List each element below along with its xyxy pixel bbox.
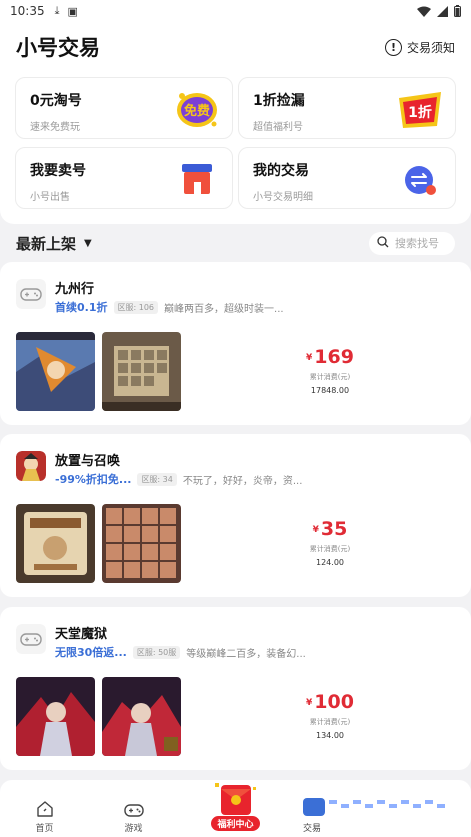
price-box: ¥35 累计消费(元) 124.00 <box>290 518 370 567</box>
sort-bar: 最新上架 ▼ 搜索找号 <box>0 228 471 258</box>
trade-notice-label: 交易须知 <box>406 40 455 55</box>
search-input[interactable]: 搜索找号 <box>369 231 455 255</box>
home-icon <box>36 801 53 817</box>
game-name: 九州行 <box>55 282 95 297</box>
gamepad-icon <box>16 279 46 309</box>
gamepad-icon <box>16 624 46 654</box>
discount-badge-icon: 1折 <box>399 92 441 128</box>
promo-text: 首续0.1折 <box>55 301 108 314</box>
game-name: 放置与召唤 <box>55 454 121 469</box>
trade-tab-icon <box>303 798 445 816</box>
free-account-card[interactable]: 0元淘号 速来免费玩 免费 <box>15 77 233 139</box>
free-badge-icon: 免费 <box>177 93 217 127</box>
svg-text:1折: 1折 <box>408 104 432 121</box>
bottom-tab-bar: 首页 游戏 福利中心 交易 <box>0 783 471 837</box>
listing-card[interactable]: 放置与召唤 -99%折扣免... 区服: 34 不玩了，好好，炎帝，资... ¥… <box>0 434 471 597</box>
battery-icon <box>454 5 461 17</box>
tab-label: 交易 <box>303 824 322 834</box>
chevron-down-icon: ▼ <box>84 237 92 249</box>
wifi-icon <box>417 6 431 17</box>
status-time: 10:35 <box>10 4 45 18</box>
price: ¥100 <box>306 691 354 713</box>
tab-welfare-center[interactable]: 福利中心 <box>178 783 293 837</box>
sort-label: 最新上架 <box>16 234 77 253</box>
tab-label: 游戏 <box>124 824 143 834</box>
listing-tags: 首续0.1折 区服: 106 巅峰两百多，超级时装一... <box>55 299 460 315</box>
price: ¥169 <box>306 346 354 368</box>
page-header: 小号交易 ! 交易须知 <box>0 22 471 72</box>
gamepad-icon <box>123 804 144 817</box>
spent-label: 累计消费(元) <box>309 718 351 726</box>
screenshot-thumb[interactable] <box>16 677 95 756</box>
listing-desc: 巅峰两百多，超级时装一... <box>164 303 284 315</box>
promo-text: 无限30倍返... <box>55 646 127 659</box>
page-title: 小号交易 <box>16 36 100 60</box>
trade-notice-button[interactable]: ! 交易须知 <box>384 38 455 56</box>
search-icon <box>377 235 389 251</box>
info-icon: ! <box>384 38 402 56</box>
download-icon: ⤓ <box>54 4 60 17</box>
spent-value: 124.00 <box>316 558 344 567</box>
status-bar: 10:35 ⤓ ▣ <box>0 0 471 22</box>
price-box: ¥169 累计消费(元) 17848.00 <box>290 346 370 395</box>
signal-icon <box>437 5 448 17</box>
promo-text: -99%折扣免... <box>55 473 132 486</box>
search-placeholder: 搜索找号 <box>395 237 439 250</box>
tab-trade[interactable]: 交易 <box>293 793 471 837</box>
game-icon <box>16 451 46 481</box>
listing-tags: 无限30倍返... 区服: 50服 等级巅峰二百多，装备幻... <box>55 644 460 660</box>
server-badge: 区服: 50服 <box>132 645 181 659</box>
screenshot-thumb[interactable] <box>102 677 181 756</box>
spent-label: 累计消费(元) <box>309 373 351 381</box>
server-badge: 区服: 34 <box>137 472 177 486</box>
feature-grid: 0元淘号 速来免费玩 免费 1折捡漏 超值福利号 1折 我要卖号 小号出售 我的… <box>0 72 471 224</box>
sort-dropdown[interactable]: 最新上架 ▼ <box>16 233 92 254</box>
sell-account-card[interactable]: 我要卖号 小号出售 <box>15 147 233 209</box>
game-name: 天堂魔狱 <box>55 627 108 642</box>
listing-tags: -99%折扣免... 区服: 34 不玩了，好好，炎帝，资... <box>55 471 460 487</box>
tab-label: 福利中心 <box>211 816 260 831</box>
price: ¥35 <box>312 518 348 540</box>
spent-value: 134.00 <box>316 731 344 740</box>
screenshot-thumb[interactable] <box>102 332 181 411</box>
screenshot-thumb[interactable] <box>16 332 95 411</box>
spent-value: 17848.00 <box>310 386 350 395</box>
notification-icon: ▣ <box>67 4 78 18</box>
price-box: ¥100 累计消费(元) 134.00 <box>290 691 370 740</box>
svg-text:免费: 免费 <box>184 103 210 119</box>
listing-card[interactable]: 天堂魔狱 无限30倍返... 区服: 50服 等级巅峰二百多，装备幻... ¥1… <box>0 607 471 770</box>
listing-desc: 不玩了，好好，炎帝，资... <box>182 475 303 487</box>
shop-icon <box>182 164 212 194</box>
one-fold-card[interactable]: 1折捡漏 超值福利号 1折 <box>238 77 456 139</box>
tab-games[interactable]: 游戏 <box>89 793 178 837</box>
exchange-icon <box>405 166 436 195</box>
tab-label: 首页 <box>35 824 54 834</box>
spent-label: 累计消费(元) <box>309 545 351 553</box>
screenshot-thumb[interactable] <box>102 504 181 583</box>
tab-home[interactable]: 首页 <box>0 793 89 837</box>
screenshot-thumb[interactable] <box>16 504 95 583</box>
my-trades-card[interactable]: 我的交易 小号交易明细 <box>238 147 456 209</box>
listing-card[interactable]: 九州行 首续0.1折 区服: 106 巅峰两百多，超级时装一... ¥169 累… <box>0 262 471 425</box>
server-badge: 区服: 106 <box>113 300 159 314</box>
listing-desc: 等级巅峰二百多，装备幻... <box>186 648 306 660</box>
